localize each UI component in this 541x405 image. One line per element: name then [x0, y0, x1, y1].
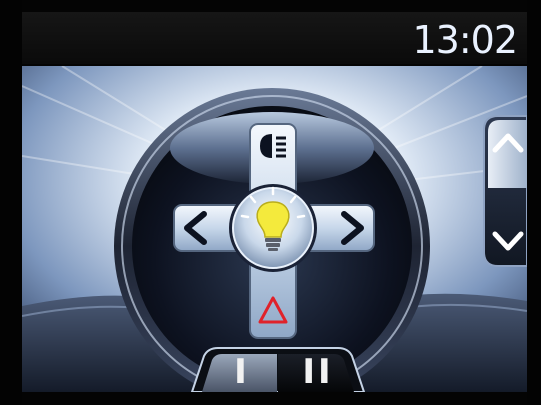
left-bezel: [0, 0, 22, 405]
main-display: I II: [22, 66, 527, 392]
dashboard-screen: 13:02 I II: [0, 0, 541, 405]
tab-one-label: I: [234, 352, 250, 392]
light-button[interactable]: [229, 184, 317, 272]
tab-two-label: II: [302, 352, 334, 392]
hazard-button[interactable]: [252, 292, 294, 336]
side-scroller: [483, 115, 527, 267]
scroll-up-button[interactable]: [488, 120, 527, 188]
headlight-button[interactable]: [252, 126, 294, 170]
control-scene: [22, 66, 527, 392]
clock: 13:02: [412, 18, 518, 62]
left-button[interactable]: [176, 207, 218, 249]
scroll-down-button[interactable]: [488, 194, 527, 262]
right-button[interactable]: [330, 207, 372, 249]
status-bar: 13:02: [22, 12, 527, 64]
right-bezel: [527, 0, 541, 405]
